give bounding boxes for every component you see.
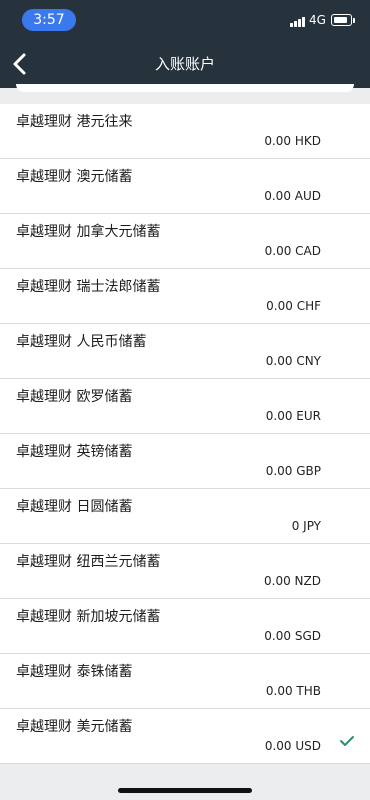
account-row[interactable]: 卓越理财 纽西兰元储蓄 0.00 NZD bbox=[0, 544, 370, 599]
account-row[interactable]: 卓越理财 港元往来 0.00 HKD bbox=[0, 104, 370, 159]
account-row[interactable]: 卓越理财 英镑储蓄 0.00 GBP bbox=[0, 434, 370, 489]
account-row[interactable]: 卓越理财 加拿大元储蓄 0.00 CAD bbox=[0, 214, 370, 269]
account-balance: 0.00 AUD bbox=[264, 189, 321, 203]
account-name: 卓越理财 瑞士法郎储蓄 bbox=[16, 279, 161, 295]
account-name: 卓越理财 纽西兰元储蓄 bbox=[16, 554, 161, 570]
account-balance: 0.00 HKD bbox=[264, 134, 321, 148]
signal-icon bbox=[290, 16, 306, 27]
account-balance: 0.00 GBP bbox=[265, 464, 321, 478]
account-row[interactable]: 卓越理财 美元储蓄 0.00 USD bbox=[0, 709, 370, 764]
account-name: 卓越理财 澳元储蓄 bbox=[16, 169, 133, 185]
account-row[interactable]: 卓越理财 瑞士法郎储蓄 0.00 CHF bbox=[0, 269, 370, 324]
account-name: 卓越理财 港元往来 bbox=[16, 114, 133, 130]
account-name: 卓越理财 人民币储蓄 bbox=[16, 334, 147, 350]
account-name: 卓越理财 加拿大元储蓄 bbox=[16, 224, 161, 240]
account-balance: 0.00 CNY bbox=[265, 354, 321, 368]
account-row[interactable]: 卓越理财 澳元储蓄 0.00 AUD bbox=[0, 159, 370, 214]
account-list: 卓越理财 港元往来 0.00 HKD 卓越理财 澳元储蓄 0.00 AUD 卓越理财 加… bbox=[0, 104, 370, 764]
account-name: 卓越理财 日圆储蓄 bbox=[16, 499, 133, 515]
account-balance: 0.00 SGD bbox=[264, 629, 321, 643]
nav-bar: 入账账户 bbox=[0, 40, 370, 88]
account-row[interactable]: 卓越理财 新加坡元储蓄 0.00 SGD bbox=[0, 599, 370, 654]
account-name: 卓越理财 欧罗储蓄 bbox=[16, 389, 133, 405]
account-balance: 0.00 NZD bbox=[264, 574, 321, 588]
checkmark-icon bbox=[340, 736, 354, 746]
account-row[interactable]: 卓越理财 欧罗储蓄 0.00 EUR bbox=[0, 379, 370, 434]
account-name: 卓越理财 美元储蓄 bbox=[16, 719, 133, 735]
account-name: 卓越理财 泰铢储蓄 bbox=[16, 664, 133, 680]
account-balance: 0.00 CAD bbox=[264, 244, 321, 258]
account-balance: 0.00 USD bbox=[264, 739, 321, 753]
status-bar: 3:57 4G bbox=[0, 0, 370, 40]
network-type: 4G bbox=[309, 13, 326, 27]
account-balance: 0.00 EUR bbox=[265, 409, 321, 423]
account-row[interactable]: 卓越理财 人民币储蓄 0.00 CNY bbox=[0, 324, 370, 379]
battery-icon bbox=[331, 14, 355, 26]
account-name: 卓越理财 新加坡元储蓄 bbox=[16, 609, 161, 625]
scroll-edge bbox=[16, 84, 354, 92]
account-name: 卓越理财 英镑储蓄 bbox=[16, 444, 133, 460]
account-balance: 0.00 THB bbox=[265, 684, 321, 698]
account-row[interactable]: 卓越理财 日圆储蓄 0 JPY bbox=[0, 489, 370, 544]
account-balance: 0 JPY bbox=[291, 519, 321, 533]
account-balance: 0.00 CHF bbox=[266, 299, 321, 313]
status-time[interactable]: 3:57 bbox=[22, 9, 76, 31]
page-title: 入账账户 bbox=[154, 55, 215, 73]
home-indicator[interactable] bbox=[118, 788, 252, 793]
account-row[interactable]: 卓越理财 泰铢储蓄 0.00 THB bbox=[0, 654, 370, 709]
